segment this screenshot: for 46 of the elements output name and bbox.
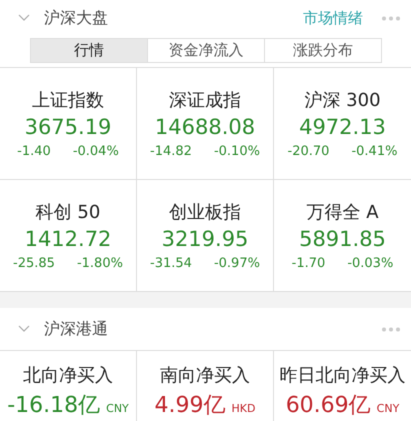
index-value: 3219.95 <box>162 227 248 251</box>
currency-unit: CNY <box>106 402 129 415</box>
flow-card[interactable]: 昨日北向净买入 60.69亿 CNY <box>274 351 411 421</box>
index-percent: -0.04% <box>72 144 119 159</box>
flow-name: 昨日北向净买入 <box>280 364 406 387</box>
index-change: -1.70 <box>292 256 326 271</box>
index-change: -20.70 <box>288 144 330 159</box>
flow-card[interactable]: 北向净买入 -16.18亿 CNY <box>0 351 137 421</box>
chevron-icon[interactable] <box>18 14 30 22</box>
index-value: 5891.85 <box>299 227 386 251</box>
chevron-icon[interactable] <box>18 325 30 333</box>
index-card[interactable]: 沪深 300 4972.13 -20.70 -0.41% <box>274 68 411 180</box>
index-value: 4972.13 <box>299 115 386 139</box>
index-card[interactable]: 上证指数 3675.19 -1.40 -0.04% <box>0 68 137 180</box>
index-name: 万得全 A <box>306 201 379 224</box>
currency-unit: HKD <box>232 402 256 415</box>
more-icon[interactable] <box>381 16 401 20</box>
flow-name: 北向净买入 <box>23 364 113 387</box>
index-percent: -0.97% <box>214 256 260 271</box>
index-percent: -1.80% <box>76 256 123 271</box>
flow-card[interactable]: 南向净买入 4.99亿 HKD <box>137 351 274 421</box>
index-name: 上证指数 <box>32 89 104 112</box>
index-percent: -0.41% <box>351 144 398 159</box>
tab[interactable]: 行情 <box>31 39 148 62</box>
index-name: 科创 50 <box>36 201 100 224</box>
index-change: -1.40 <box>17 144 51 159</box>
section-title: 沪深大盘 <box>44 8 109 28</box>
index-change: -25.85 <box>13 256 55 271</box>
index-change: -14.82 <box>150 144 192 159</box>
flow-value: -16.18亿 <box>7 393 100 418</box>
currency-unit: CNY <box>376 402 400 415</box>
index-name: 创业板指 <box>169 201 241 224</box>
index-value: 1412.72 <box>24 227 112 251</box>
flow-value: 60.69亿 <box>286 393 371 418</box>
section-title: 沪深港通 <box>44 318 109 340</box>
index-value: 3675.19 <box>24 115 112 139</box>
index-card[interactable]: 深证成指 14688.08 -14.82 -0.10% <box>137 68 274 180</box>
index-percent: -0.03% <box>347 256 394 271</box>
index-name: 沪深 300 <box>304 89 381 112</box>
index-percent: -0.10% <box>214 144 260 159</box>
index-change: -31.54 <box>150 256 192 271</box>
flow-value: 4.99亿 <box>154 393 226 418</box>
more-icon[interactable] <box>381 326 401 332</box>
index-name: 深证成指 <box>169 89 241 112</box>
flow-name: 南向净买入 <box>160 364 250 387</box>
index-value: 14688.08 <box>154 115 256 139</box>
